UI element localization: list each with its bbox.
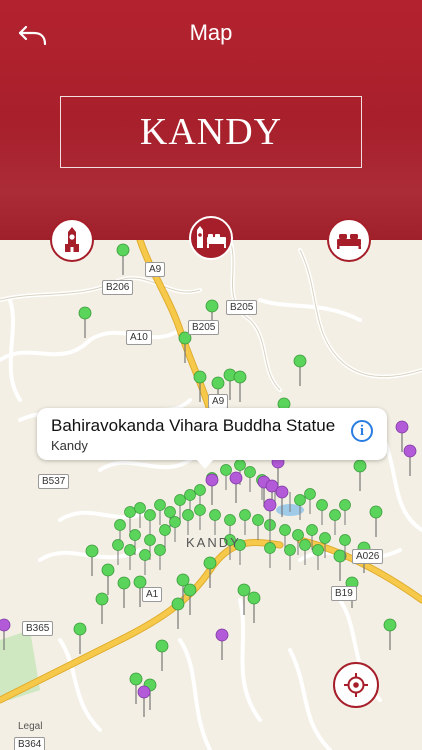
tower-bed-icon — [197, 226, 226, 248]
callout-subtitle: Kandy — [51, 438, 88, 453]
callout-title: Bahiravokanda Vihara Buddha Statue — [51, 416, 336, 435]
bed-icon — [337, 234, 361, 249]
road-label: B206 — [102, 280, 134, 295]
callout-pointer — [197, 460, 213, 469]
road-label: B364 — [14, 737, 46, 750]
city-name: KANDY — [139, 111, 283, 153]
hotels-filter-button[interactable] — [327, 218, 371, 262]
place-label: KANDY — [186, 535, 241, 550]
header: Map KANDY — [0, 0, 422, 240]
legal-link[interactable]: Legal — [18, 721, 42, 732]
road-label: B19 — [331, 586, 357, 601]
road-label: B205 — [226, 300, 258, 315]
page-title: Map — [189, 20, 233, 45]
road-label: A9 — [208, 394, 229, 409]
place-callout[interactable]: Bahiravokanda Vihara Buddha Statue Kandy… — [37, 408, 387, 469]
clock-tower-icon — [65, 227, 79, 252]
road-label: B365 — [22, 621, 54, 636]
attractions-and-hotels-filter-button[interactable] — [189, 216, 233, 260]
road-label: B205 — [188, 320, 220, 335]
road-label: A9 — [145, 262, 166, 277]
locate-me-button[interactable] — [333, 662, 379, 708]
road-label: A026 — [352, 549, 384, 564]
city-title-box: KANDY — [60, 96, 362, 168]
info-icon[interactable]: i — [351, 420, 373, 442]
crosshair-icon — [344, 673, 368, 697]
road-label: B537 — [38, 474, 70, 489]
road-label: A10 — [126, 330, 152, 345]
attractions-filter-button[interactable] — [50, 218, 94, 262]
road-label: A1 — [142, 587, 163, 602]
